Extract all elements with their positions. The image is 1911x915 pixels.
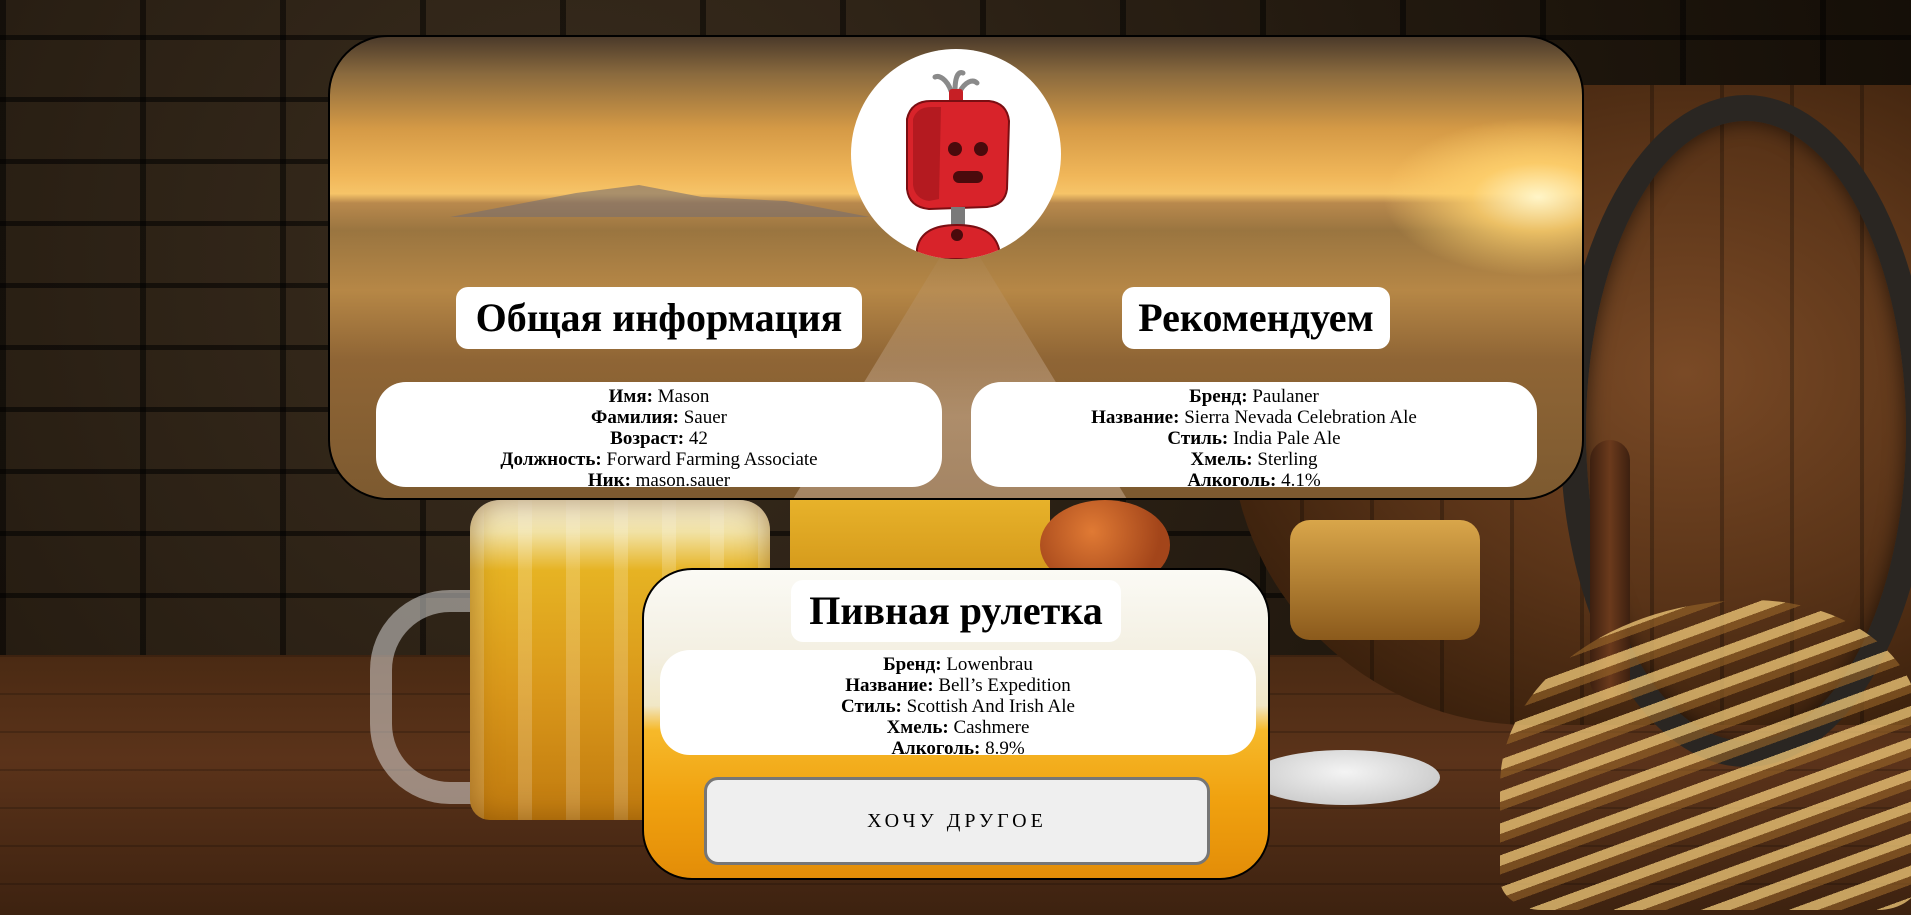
want-another-button[interactable]: ХОЧУ ДРУГОЕ bbox=[704, 777, 1210, 865]
mountains-image bbox=[450, 185, 870, 217]
beer-label: Название: bbox=[1091, 407, 1180, 428]
beer-value: 4.1% bbox=[1281, 470, 1321, 491]
info-label: Имя: bbox=[608, 386, 653, 407]
beer-label: Хмель: bbox=[1190, 449, 1253, 470]
roulette-row-name: Название: Bell’s Expedition bbox=[660, 675, 1256, 696]
beer-value: Sierra Nevada Celebration Ale bbox=[1184, 407, 1417, 428]
beer-value: Bell’s Expedition bbox=[938, 675, 1071, 696]
info-label: Ник: bbox=[587, 470, 631, 491]
info-row-nickname: Ник: mason.sauer bbox=[376, 470, 942, 491]
info-row-first-name: Имя: Mason bbox=[376, 386, 942, 407]
beer-value: Cashmere bbox=[953, 717, 1030, 738]
red-robot-avatar-icon bbox=[906, 70, 1011, 259]
roulette-row-brand: Бренд: Lowenbrau bbox=[660, 654, 1256, 675]
saucer-image bbox=[1250, 750, 1440, 805]
beer-label: Алкоголь: bbox=[891, 738, 981, 759]
beer-row-hops: Хмель: Sterling bbox=[971, 449, 1537, 470]
profile-card: Общая информация Рекомендуем Имя: Mason … bbox=[328, 35, 1584, 500]
beer-value: Scottish And Irish Ale bbox=[906, 696, 1075, 717]
barrel-tap-image bbox=[1290, 520, 1480, 640]
beer-label: Название: bbox=[845, 675, 934, 696]
beer-row-style: Стиль: India Pale Ale bbox=[971, 428, 1537, 449]
beer-value: 8.9% bbox=[985, 738, 1025, 759]
beer-label: Хмель: bbox=[886, 717, 949, 738]
beer-roulette-card: Пивная рулетка Бренд: Lowenbrau Название… bbox=[642, 568, 1270, 880]
info-value: Sauer bbox=[683, 407, 727, 428]
beer-row-alcohol: Алкоголь: 4.1% bbox=[971, 470, 1537, 491]
info-value: Mason bbox=[657, 386, 710, 407]
roulette-beer-panel: Бренд: Lowenbrau Название: Bell’s Expedi… bbox=[660, 650, 1256, 759]
beer-label: Стиль: bbox=[841, 696, 902, 717]
recommended-beer-panel: Бренд: Paulaner Название: Sierra Nevada … bbox=[971, 382, 1537, 491]
info-row-position: Должность: Forward Farming Associate bbox=[376, 449, 942, 470]
info-row-last-name: Фамилия: Sauer bbox=[376, 407, 942, 428]
roulette-row-hops: Хмель: Cashmere bbox=[660, 717, 1256, 738]
beer-row-name: Название: Sierra Nevada Celebration Ale bbox=[971, 407, 1537, 428]
avatar bbox=[851, 49, 1061, 259]
beer-value: India Pale Ale bbox=[1232, 428, 1341, 449]
beer-value: Sterling bbox=[1257, 449, 1318, 470]
info-label: Должность: bbox=[500, 449, 602, 470]
beer-value: Paulaner bbox=[1252, 386, 1319, 407]
beer-row-brand: Бренд: Paulaner bbox=[971, 386, 1537, 407]
roulette-row-alcohol: Алкоголь: 8.9% bbox=[660, 738, 1256, 759]
beer-value: Lowenbrau bbox=[946, 654, 1033, 675]
beer-label: Бренд: bbox=[883, 654, 942, 675]
info-value: 42 bbox=[688, 428, 708, 449]
beer-label: Алкоголь: bbox=[1187, 470, 1277, 491]
info-label: Фамилия: bbox=[591, 407, 679, 428]
info-label: Возраст: bbox=[610, 428, 685, 449]
recommended-title: Рекомендуем bbox=[1122, 287, 1390, 349]
beer-roulette-title: Пивная рулетка bbox=[791, 580, 1121, 642]
general-info-title: Общая информация bbox=[456, 287, 862, 349]
beer-label: Стиль: bbox=[1167, 428, 1229, 449]
page-background: Общая информация Рекомендуем Имя: Mason … bbox=[0, 0, 1911, 915]
info-row-age: Возраст: 42 bbox=[376, 428, 942, 449]
general-info-panel: Имя: Mason Фамилия: Sauer Возраст: 42 До… bbox=[376, 382, 942, 491]
info-value: Forward Farming Associate bbox=[606, 449, 818, 470]
sunset-glow-image bbox=[1382, 117, 1582, 277]
beer-label: Бренд: bbox=[1189, 386, 1248, 407]
roulette-row-style: Стиль: Scottish And Irish Ale bbox=[660, 696, 1256, 717]
info-value: mason.sauer bbox=[635, 470, 731, 491]
